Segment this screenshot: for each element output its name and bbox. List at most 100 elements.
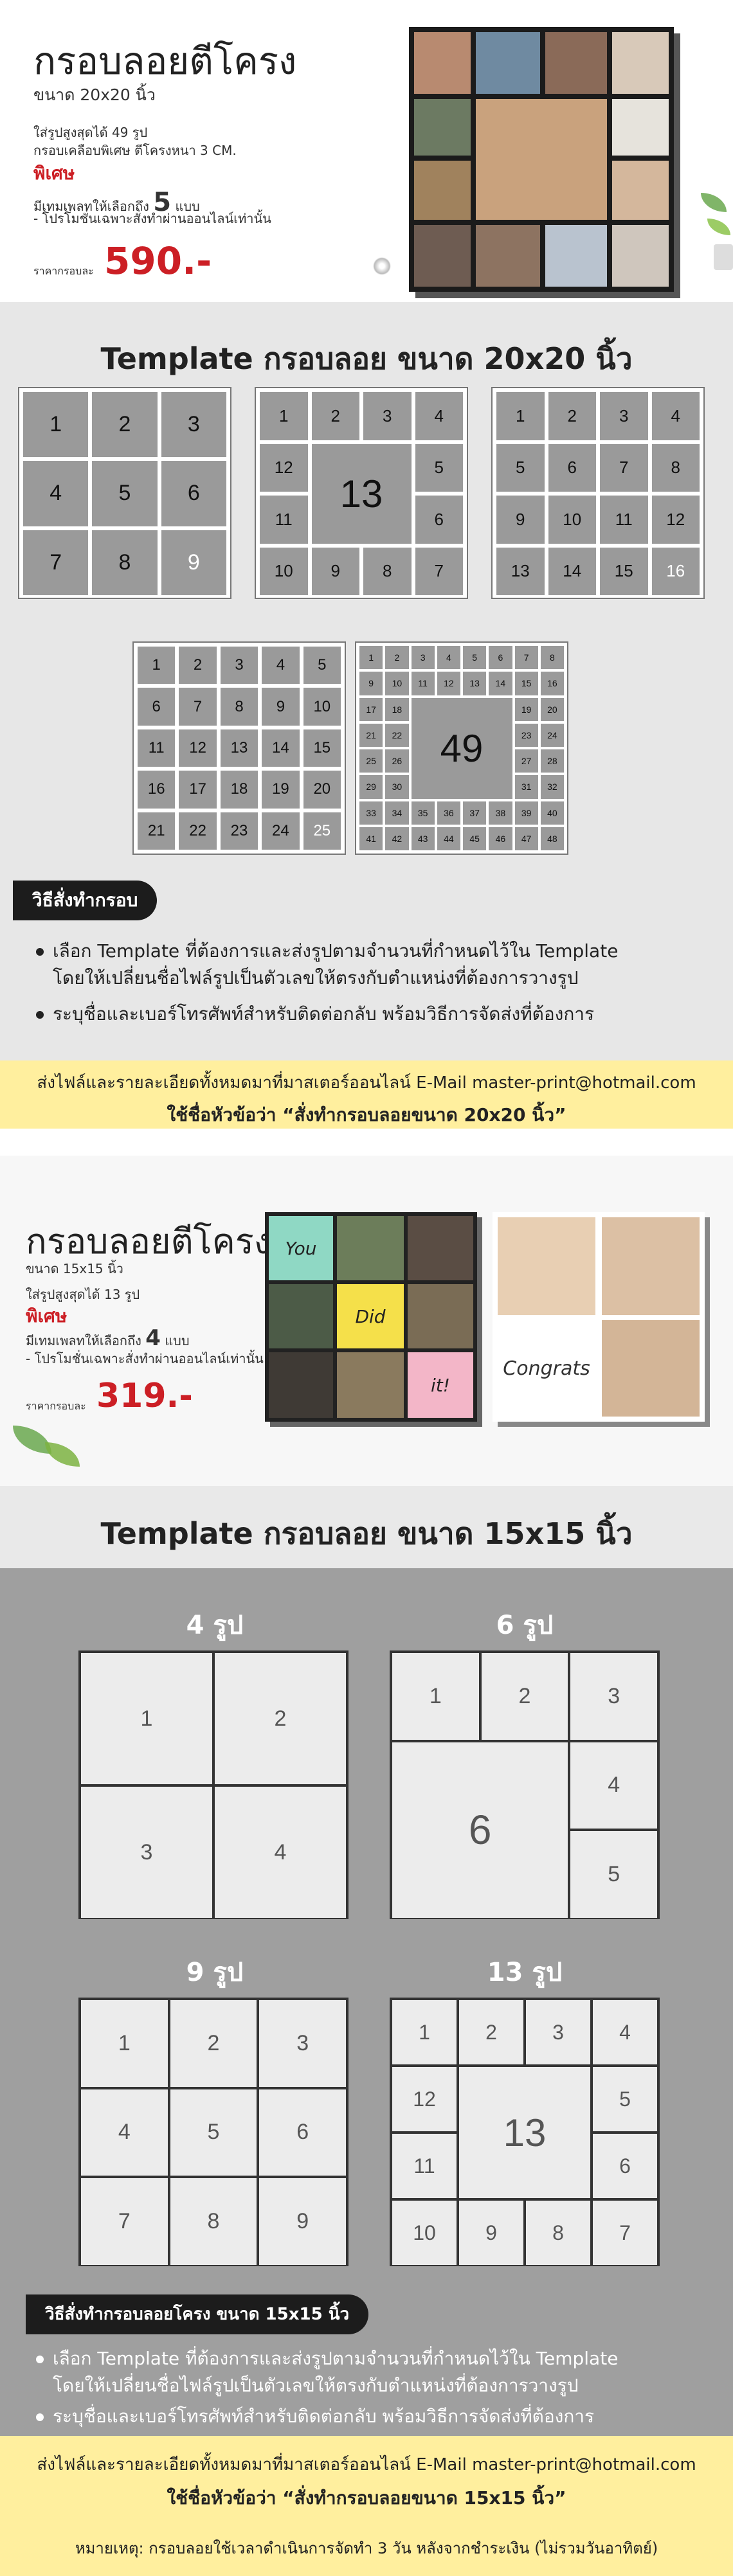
contact-band-15x15: ส่งไฟล์และรายละเอียดทั้งหมดมาที่มาสเตอร์… — [0, 2436, 733, 2576]
template-title-15x15: Template กรอบลอย ขนาด 15x15 นิ้ว — [100, 1516, 633, 1551]
template-cell: 7 — [514, 646, 538, 670]
template-cell: 4 — [215, 1787, 346, 1918]
template-cell: 3 — [600, 392, 648, 440]
template-cell: 36 — [437, 801, 460, 825]
template-cell: 3 — [220, 647, 258, 684]
template-cell: 42 — [385, 827, 409, 850]
congrats-tile: Congrats — [498, 1320, 595, 1417]
template-cell: 12 — [651, 496, 700, 544]
template-cell: 8 — [363, 547, 412, 595]
template-cell: 8 — [220, 688, 258, 726]
photo-tile — [498, 1217, 595, 1315]
template-cell: 3 — [526, 2000, 590, 2064]
template-cell: 7 — [179, 688, 217, 726]
template-13[interactable]: 1 2 3 4 12 5 11 6 10 9 8 7 13 — [255, 387, 468, 599]
template-cell: 5 — [303, 647, 341, 684]
template-cell: 7 — [593, 2201, 657, 2265]
template-title-band-15x15: Template กรอบลอย ขนาด 15x15 นิ้ว — [0, 1486, 733, 1570]
label-6: 6 รูป — [496, 1611, 554, 1640]
template-title-20x20: Template กรอบลอย ขนาด 20x20 นิ้ว — [100, 341, 633, 376]
template-cell: 38 — [489, 801, 512, 825]
template-cell: 4 — [23, 461, 89, 526]
template-cell: 4 — [570, 1742, 657, 1829]
template-cell: 9 — [459, 2201, 523, 2265]
template-cell: 5 — [593, 2067, 657, 2131]
template-cell: 2 — [311, 392, 359, 440]
price-label: ราคากรอบละ — [33, 265, 94, 277]
template-cell: 16 — [651, 547, 700, 595]
word-tile-you: You — [269, 1216, 333, 1280]
template-13-15x15[interactable]: 1 2 3 4 12 5 11 6 10 9 8 7 13 — [390, 1998, 660, 2266]
step-text: ระบุชื่อและเบอร์โทรศัพท์สำหรับติดต่อกลับ… — [53, 1003, 595, 1024]
step-text: ระบุชื่อและเบอร์โทรศัพท์สำหรับติดต่อกลับ… — [53, 2406, 595, 2427]
label-4: 4 รูป — [186, 1611, 244, 1640]
template-cell-center: 13 — [311, 443, 412, 544]
template-9[interactable]: 123 456 789 — [18, 387, 231, 599]
template-cell: 41 — [359, 827, 383, 850]
step-item: เลือก Template ที่ต้องการและส่งรูปตามจำน… — [36, 938, 618, 964]
price-label: ราคากรอบละ — [26, 1400, 86, 1412]
price: 590.- — [104, 239, 212, 283]
template-cell: 2 — [170, 2000, 257, 2087]
template-cell: 3 — [363, 392, 412, 440]
template-cell: 13 — [496, 547, 545, 595]
template-cell: 44 — [437, 827, 460, 850]
template-cell: 4 — [81, 2089, 168, 2176]
template-cell: 20 — [303, 771, 341, 809]
price: 319.- — [96, 1377, 193, 1415]
template-cell: 6 — [593, 2134, 657, 2198]
bullet-icon — [36, 2356, 44, 2363]
sparkle-icon — [373, 257, 391, 275]
email-line: ส่งไฟล์และรายละเอียดทั้งหมดมาที่มาสเตอร์… — [37, 2455, 696, 2474]
photo-tile — [602, 1320, 700, 1417]
plant-decoration — [13, 1426, 51, 1454]
template-cell: 21 — [359, 723, 383, 747]
photo-tile — [414, 225, 471, 287]
template-cell: 24 — [540, 723, 564, 747]
bullet-icon — [36, 948, 44, 956]
template-cell: 1 — [359, 646, 383, 670]
photo-tile — [408, 1216, 473, 1280]
template-cell: 35 — [411, 801, 435, 825]
product-photo-congrats: Congrats — [493, 1212, 705, 1422]
template-cell: 31 — [514, 775, 538, 799]
template-cell: 4 — [415, 392, 463, 440]
template-cell: 8 — [540, 646, 564, 670]
hero-15x15: กรอบลอยตีโครง ขนาด 15x15 นิ้ว ใส่รูปสูงส… — [0, 1156, 733, 1486]
step-item: เลือก Template ที่ต้องการและส่งรูปตามจำน… — [36, 2346, 618, 2372]
contact-band-20x20: ส่งไฟล์และรายละเอียดทั้งหมดมาที่มาสเตอร์… — [0, 1060, 733, 1129]
template-cell: 7 — [600, 443, 648, 492]
promo-note: - โปรโมชั่นเฉพาะสั่งทำผ่านออนไลน์เท่านั้… — [33, 211, 271, 226]
template-16[interactable]: 1 2 3 4 5 6 7 8 9 10 11 12 13 14 15 16 — [491, 387, 705, 599]
photo-tile — [337, 1352, 404, 1418]
template-cell: 47 — [514, 827, 538, 850]
photo-tile — [337, 1216, 404, 1280]
template-cell: 5 — [92, 461, 158, 526]
template-count: 4 — [145, 1325, 161, 1351]
template-6[interactable]: 123456 — [390, 1650, 660, 1919]
template-cell: 1 — [81, 2000, 168, 2087]
step-item-cont: โดยให้เปลี่ยนชื่อไฟล์รูปเป็นตัวเลขให้ตรง… — [53, 2375, 579, 2396]
template-cell: 6 — [259, 2089, 346, 2176]
plant-decoration — [701, 193, 727, 212]
template-cell-center: 49 — [411, 697, 512, 799]
template-cell: 32 — [540, 775, 564, 799]
steps-title: วิธีสั่งทำกรอบลอยโครง ขนาด 15x15 นิ้ว — [26, 2294, 369, 2334]
plant-pot — [714, 244, 733, 270]
template-9-15x15[interactable]: 123 456 789 — [78, 1998, 348, 2266]
template-cell: 2 — [92, 392, 158, 458]
template-cell: 2 — [459, 2000, 523, 2064]
photo-tile — [612, 99, 669, 156]
template-cell: 48 — [540, 827, 564, 850]
template-cell: 2 — [548, 392, 596, 440]
template-49[interactable]: 1 2 3 4 5 6 7 8 9 10 11 12 13 14 15 16 17 18 19 20 21 22 23 24 2… — [355, 641, 568, 855]
template-25[interactable]: 1 2 3 4 5 6 7 8 9 10 11 12 13 14 15 16 17 18 19 20 21 22 23 24 2… — [132, 641, 346, 855]
template-cell: 33 — [359, 801, 383, 825]
step-item: ระบุชื่อและเบอร์โทรศัพท์สำหรับติดต่อกลับ… — [36, 1001, 594, 1027]
template-4[interactable]: 1234 — [78, 1650, 348, 1919]
photo-tile — [408, 1284, 473, 1348]
template-cell: 10 — [260, 547, 308, 595]
template-cell: 15 — [600, 547, 648, 595]
template-cell: 9 — [311, 547, 359, 595]
template-cell: 4 — [651, 392, 700, 440]
